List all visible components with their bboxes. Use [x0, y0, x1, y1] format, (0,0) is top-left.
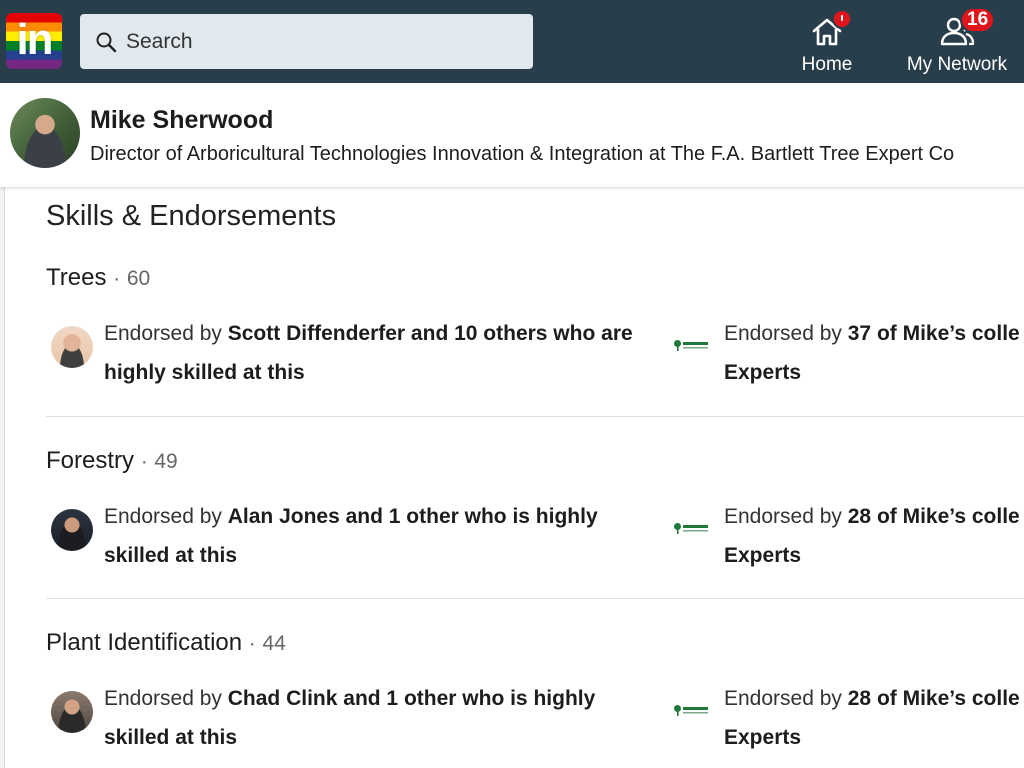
endorsement-count[interactable]: 60 [127, 267, 150, 290]
home-notification-badge [832, 9, 852, 29]
endorser-avatar[interactable] [51, 691, 93, 733]
colleague-company: Experts [724, 361, 802, 384]
section-title: Skills & Endorsements [46, 200, 337, 232]
colleague-company: Experts [724, 726, 802, 749]
colleague-endorsement[interactable]: Endorsed by 28 of Mike’s colle Experts [724, 679, 1024, 757]
divider [46, 416, 1024, 417]
nav-home-label: Home [801, 54, 853, 75]
endorser-text[interactable]: Endorsed by Alan Jones and 1 other who i… [104, 497, 634, 575]
company-logo [674, 705, 708, 716]
endorsement-row: Endorsed by Scott Diffenderfer and 10 ot… [46, 316, 1024, 396]
skills-card: Skills & Endorsements Trees · 60 Endorse… [4, 187, 1024, 768]
endorsement-row: Endorsed by Chad Clink and 1 other who i… [46, 681, 1024, 761]
colleague-endorsement[interactable]: Endorsed by 28 of Mike’s colle Experts [724, 497, 1024, 575]
endorser-text[interactable]: Endorsed by Scott Diffenderfer and 10 ot… [104, 314, 634, 392]
linkedin-logo[interactable]: in [6, 13, 62, 69]
skill-title[interactable]: Plant Identification · 44 [46, 629, 286, 658]
endorser-avatar[interactable] [51, 509, 93, 551]
divider [46, 598, 1024, 599]
nav-my-network[interactable]: 16 My Network [898, 6, 1016, 80]
profile-header: Mike Sherwood Director of Arboricultural… [0, 83, 1024, 187]
nav-my-network-label: My Network [906, 54, 1008, 75]
colleague-prefix: Endorsed by [724, 687, 848, 710]
endorser-text[interactable]: Endorsed by Chad Clink and 1 other who i… [104, 679, 634, 757]
company-logo [674, 340, 708, 351]
colleague-count: 28 of Mike’s colle [847, 505, 1020, 528]
top-nav: in Search Home 16 My Network [0, 0, 1024, 83]
endorsement-count[interactable]: 49 [154, 450, 177, 473]
logo-text: in [16, 15, 53, 64]
endorser-avatar[interactable] [51, 326, 93, 368]
skill-title[interactable]: Trees · 60 [46, 264, 150, 293]
colleague-prefix: Endorsed by [724, 505, 848, 528]
skill-name[interactable]: Plant Identification [46, 629, 242, 656]
colleague-company: Experts [724, 544, 802, 567]
skill-separator: · [248, 632, 256, 655]
search-input[interactable]: Search [80, 14, 533, 69]
endorse-prefix: Endorsed by [104, 505, 228, 528]
search-placeholder: Search [126, 30, 193, 53]
colleague-count: 28 of Mike’s colle [847, 687, 1020, 710]
colleague-endorsement[interactable]: Endorsed by 37 of Mike’s colle Experts [724, 314, 1024, 392]
endorsement-count[interactable]: 44 [262, 632, 285, 655]
skill-title[interactable]: Forestry · 49 [46, 447, 178, 476]
profile-avatar[interactable] [10, 98, 80, 168]
nav-home[interactable]: Home [790, 6, 864, 80]
colleague-count: 37 of Mike’s colle [847, 322, 1020, 345]
skill-name[interactable]: Forestry [46, 447, 134, 474]
endorsement-row: Endorsed by Alan Jones and 1 other who i… [46, 499, 1024, 579]
company-logo [674, 523, 708, 534]
network-notification-badge: 16 [960, 7, 996, 33]
skill-name[interactable]: Trees [46, 264, 106, 291]
endorse-prefix: Endorsed by [104, 322, 228, 345]
colleague-prefix: Endorsed by [724, 322, 848, 345]
skill-separator: · [113, 267, 121, 290]
profile-headline: Director of Arboricultural Technologies … [90, 143, 955, 165]
skill-separator: · [140, 450, 148, 473]
profile-name[interactable]: Mike Sherwood [90, 105, 273, 135]
search-icon [96, 32, 117, 53]
endorse-prefix: Endorsed by [104, 687, 228, 710]
